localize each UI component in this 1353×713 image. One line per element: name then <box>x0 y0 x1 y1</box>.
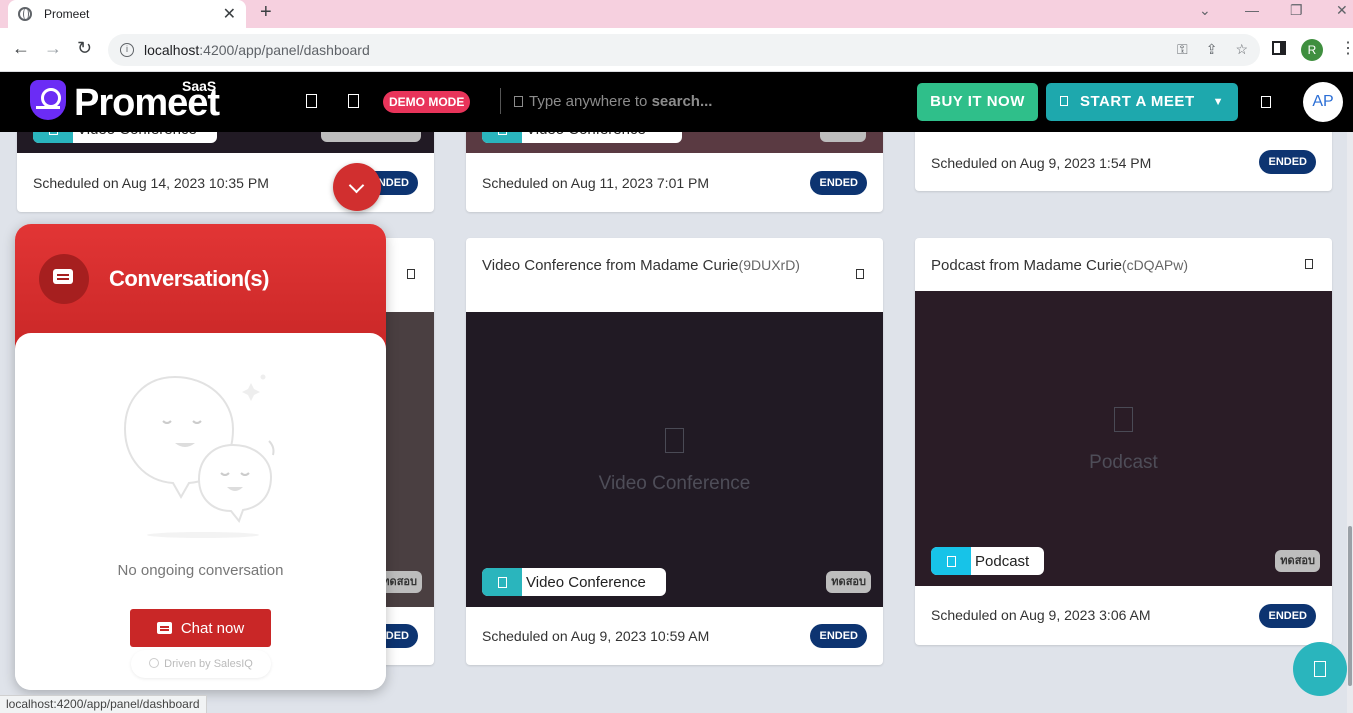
video-icon <box>1060 96 1068 106</box>
card-menu-icon[interactable] <box>1305 259 1313 269</box>
schedule-text: Scheduled on Aug 14, 2023 10:35 PM <box>33 175 269 191</box>
status-badge: ENDED <box>1259 604 1316 628</box>
card-title[interactable]: Podcast from Madame Curie(cDQAPw) <box>931 255 1261 276</box>
chat-now-button[interactable]: Chat now <box>130 609 271 647</box>
buy-it-now-button[interactable]: BUY IT NOW <box>917 83 1038 121</box>
app-header: Promeet SaaS DEMO MODE Type anywhere to … <box>0 72 1353 132</box>
schedule-text: Scheduled on Aug 9, 2023 1:54 PM <box>931 155 1152 171</box>
browser-tab[interactable]: Promeet ✕ <box>8 0 246 28</box>
side-panel-icon[interactable] <box>1272 41 1286 55</box>
url-host: localhost <box>144 42 200 58</box>
chat-title: Conversation(s) <box>109 266 269 291</box>
media-label: Video Conference <box>598 473 751 494</box>
profile-avatar[interactable]: R <box>1301 39 1323 61</box>
tab-search-icon[interactable]: ⌄ <box>1199 2 1211 19</box>
meeting-card[interactable]: Podcast from Madame Curie(cDQAPw) Podcas… <box>915 238 1332 645</box>
salesiq-icon <box>149 658 160 668</box>
forward-button[interactable]: → <box>44 38 62 59</box>
schedule-text: Scheduled on Aug 9, 2023 10:59 AM <box>482 628 710 644</box>
card-title-text: Video Conference from Madame Curie <box>482 257 739 274</box>
podcast-placeholder-icon <box>1114 407 1133 432</box>
tag-pill: ทดสอบ <box>1275 550 1320 572</box>
reload-button[interactable]: ↻ <box>77 38 92 59</box>
new-tab-button[interactable]: + <box>260 1 272 24</box>
conversation-icon <box>39 254 89 304</box>
browser-menu-icon[interactable]: ⋮ <box>1340 38 1353 58</box>
card-title-text: Podcast from Madame Curie <box>931 257 1122 274</box>
address-bar-row: ← → ↻ i localhost :4200/app/panel/dashbo… <box>0 28 1353 72</box>
meeting-card[interactable]: Video Conference from Madame Curie(9DUXr… <box>466 238 883 665</box>
type-pill: Video Conference <box>482 568 666 596</box>
type-pill: Podcast <box>931 547 1044 575</box>
tab-close-button[interactable]: ✕ <box>223 4 236 24</box>
url-input[interactable]: i localhost :4200/app/panel/dashboard ⚿ … <box>108 34 1260 66</box>
search-keyword: search... <box>651 93 713 110</box>
status-badge: ENDED <box>810 171 867 195</box>
chat-now-label: Chat now <box>180 619 245 637</box>
restore-button[interactable]: ❐ <box>1290 2 1303 19</box>
driven-by-text: Driven by SalesIQ <box>164 658 253 670</box>
card-media: Video Conference Video Conference ทดสอบ <box>466 312 883 607</box>
type-label: Video Conference <box>526 573 646 591</box>
demo-mode-badge: DEMO MODE <box>383 91 471 113</box>
video-type-icon <box>482 568 522 596</box>
header-divider <box>500 88 501 114</box>
fullscreen-icon[interactable] <box>348 94 359 108</box>
page-scrollbar[interactable] <box>1347 132 1353 713</box>
close-window-button[interactable]: ✕ <box>1336 2 1348 19</box>
user-avatar[interactable]: AP <box>1303 82 1343 122</box>
chat-widget: Conversation(s) No ongoing conversation … <box>15 224 386 690</box>
status-badge: ENDED <box>1259 150 1316 174</box>
card-media: Podcast Podcast ทดสอบ <box>915 291 1332 586</box>
empty-chat-illustration <box>123 374 275 538</box>
start-a-meet-button[interactable]: START A MEET ▼ <box>1046 83 1238 121</box>
menu-toggle-icon[interactable] <box>306 94 317 108</box>
meeting-code: (9DUXrD) <box>738 257 800 273</box>
browser-tab-bar: Promeet ✕ + ⌄ — ❐ ✕ <box>0 0 1353 28</box>
schedule-text: Scheduled on Aug 11, 2023 7:01 PM <box>482 175 710 191</box>
empty-state-text: No ongoing conversation <box>117 562 284 579</box>
global-search-input[interactable]: Type anywhere to search... <box>514 93 712 110</box>
url-path: :4200/app/panel/dashboard <box>199 42 370 58</box>
back-button[interactable]: ← <box>12 38 30 59</box>
share-icon[interactable]: ⇪ <box>1206 41 1218 58</box>
search-placeholder: Type anywhere to <box>529 93 648 110</box>
schedule-text: Scheduled on Aug 9, 2023 3:06 AM <box>931 607 1151 623</box>
site-info-icon[interactable]: i <box>120 43 134 57</box>
logo-saas-label: SaaS <box>182 78 217 94</box>
search-icon <box>514 96 523 107</box>
start-meet-label: START A MEET <box>1080 93 1195 110</box>
podcast-type-icon <box>931 547 971 575</box>
tag-pill: ทดสอบ <box>826 571 871 593</box>
media-label: Podcast <box>1089 452 1158 473</box>
card-menu-icon[interactable] <box>407 269 415 279</box>
globe-icon <box>18 7 32 21</box>
promeet-logo-icon <box>30 80 66 120</box>
powered-by-link[interactable]: Driven by SalesIQ <box>131 650 271 678</box>
status-badge: ENDED <box>810 624 867 648</box>
tab-title: Promeet <box>44 7 90 21</box>
key-icon[interactable]: ⚿ <box>1177 41 1188 58</box>
scrollbar-thumb[interactable] <box>1348 526 1352 686</box>
message-icon <box>156 622 172 634</box>
type-label: Podcast <box>975 552 1030 570</box>
chat-minimize-button[interactable] <box>333 163 381 211</box>
caret-down-icon[interactable]: ▼ <box>1213 83 1224 121</box>
video-placeholder-icon <box>665 428 684 453</box>
status-bar-url: localhost:4200/app/panel/dashboard <box>0 695 207 713</box>
card-title[interactable]: Video Conference from Madame Curie(9DUXr… <box>482 255 812 276</box>
card-menu-icon[interactable] <box>856 269 864 279</box>
help-chat-button[interactable] <box>1293 642 1347 696</box>
meeting-code: (cDQAPw) <box>1121 257 1189 273</box>
minimize-button[interactable]: — <box>1245 2 1259 18</box>
notification-icon[interactable] <box>1261 96 1271 108</box>
bookmark-star-icon[interactable]: ☆ <box>1235 41 1248 58</box>
